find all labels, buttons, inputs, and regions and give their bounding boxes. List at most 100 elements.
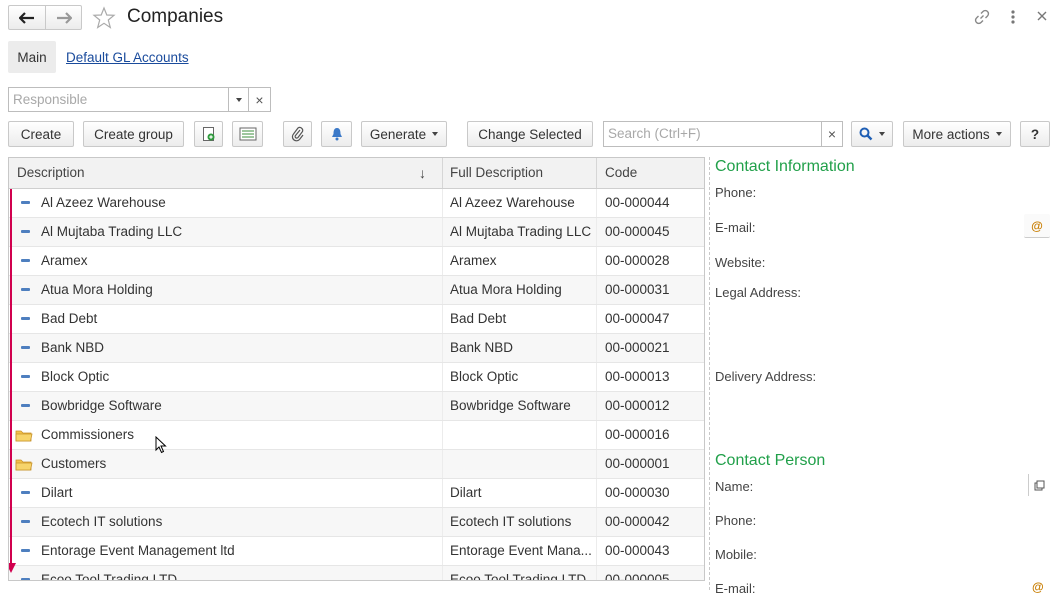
responsible-clear-button[interactable]: × [248,87,271,112]
link-icon[interactable] [974,9,990,25]
column-divider [442,218,443,246]
cell-full-description: Ecotech IT solutions [450,514,572,529]
more-actions-button[interactable]: More actions [903,121,1011,147]
table-row-group[interactable]: Commissioners 00-000016 [9,421,704,450]
cell-description: Customers [41,456,107,471]
favorite-star-icon[interactable] [92,6,116,30]
cell-full-description: Bowbridge Software [450,398,571,413]
item-icon [21,404,30,407]
item-icon [21,520,30,523]
column-divider [596,392,597,420]
table-row[interactable]: Ecoo Tool Trading LTD Ecoo Tool Trading L… [9,566,704,581]
generate-button[interactable]: Generate [361,121,447,147]
cell-description: Ecoo Tool Trading LTD [41,572,178,581]
cell-full-description: Block Optic [450,369,519,384]
back-button[interactable] [8,5,46,30]
search-options-button[interactable] [851,121,893,147]
column-divider [442,305,443,333]
cell-code: 00-000016 [605,427,670,442]
cell-code: 00-000012 [605,398,670,413]
search-icon [859,127,873,141]
cell-code: 00-000043 [605,543,670,558]
reminder-button[interactable] [321,121,352,147]
table-row[interactable]: Atua Mora Holding Atua Mora Holding 00-000… [9,276,704,305]
vertical-dots-icon[interactable] [1008,9,1018,25]
cell-code: 00-000044 [605,195,670,210]
item-icon [21,578,30,580]
table-row[interactable]: Al Azeez Warehouse Al Azeez Warehouse 00-0… [9,189,704,218]
cell-description: Ecotech IT solutions [41,514,163,529]
table-row[interactable]: Aramex Aramex 00-000028 [9,247,704,276]
chevron-down-icon [879,132,885,136]
column-divider [596,276,597,304]
list-settings-button[interactable] [232,121,263,147]
at-sign-icon: @ [1031,218,1043,233]
cell-description: Atua Mora Holding [41,282,153,297]
column-divider [596,189,597,217]
cell-full-description: Atua Mora Holding [450,282,562,297]
cell-description: Bad Debt [41,311,98,326]
column-header-description[interactable]: Description [17,158,85,188]
column-divider [442,247,443,275]
column-divider [442,158,443,188]
sort-descending-icon[interactable]: ↓ [419,158,426,188]
cell-description: Block Optic [41,369,110,384]
cell-code: 00-000042 [605,514,670,529]
chevron-down-icon [432,132,439,136]
table-row[interactable]: Block Optic Block Optic 00-000013 [9,363,704,392]
close-icon[interactable] [1036,10,1048,22]
search-placeholder: Search (Ctrl+F) [608,126,701,141]
table-row[interactable]: Al Mujtaba Trading LLC Al Mujtaba Trading… [9,218,704,247]
table-row-group[interactable]: Customers 00-000001 [9,450,704,479]
responsible-dropdown-button[interactable] [228,87,249,112]
table-row[interactable]: Ecotech IT solutions Ecotech IT solutions… [9,508,704,537]
column-header-full-description[interactable]: Full Description [450,158,543,188]
column-divider [596,421,597,449]
create-button-label: Create [20,126,62,142]
table-row[interactable]: Bowbridge Software Bowbridge Software 00-0… [9,392,704,421]
responsible-field[interactable]: Responsible [8,87,229,112]
table-row[interactable]: Bad Debt Bad Debt 00-000047 [9,305,704,334]
change-selected-button[interactable]: Change Selected [467,121,593,147]
column-divider [596,247,597,275]
column-divider [442,479,443,507]
column-divider [442,421,443,449]
mouse-cursor-icon [155,435,167,454]
cell-code: 00-000028 [605,253,670,268]
help-button[interactable]: ? [1020,121,1050,147]
table-row[interactable]: Bank NBD Bank NBD 00-000021 [9,334,704,363]
tab-default-gl-accounts[interactable]: Default GL Accounts [66,50,189,65]
arrow-right-icon [56,11,72,24]
search-clear-button[interactable]: × [821,121,843,147]
cell-full-description: Al Azeez Warehouse [450,195,575,210]
contact-person-title: Contact Person [715,452,826,469]
open-contact-person-icon[interactable] [1028,474,1050,496]
create-button[interactable]: Create [8,121,74,147]
send-email-button[interactable]: @ [1024,214,1050,238]
item-icon [21,259,30,262]
column-header-code[interactable]: Code [605,158,637,188]
column-divider [596,363,597,391]
cell-code: 00-000031 [605,282,670,297]
contact-person-at-sign-icon[interactable]: @ [1032,580,1044,594]
table-row[interactable]: Dilart Dilart 00-000030 [9,479,704,508]
tab-main-label: Main [17,49,47,65]
cell-full-description: Al Mujtaba Trading LLC [450,224,592,239]
cell-description: Al Mujtaba Trading LLC [41,224,183,239]
create-group-button[interactable]: Create group [83,121,184,147]
attach-file-button[interactable] [283,121,312,147]
cell-description: Aramex [41,253,88,268]
forward-button[interactable] [45,5,82,30]
search-input[interactable]: Search (Ctrl+F) [603,121,822,147]
cell-full-description [450,421,592,449]
paperclip-icon [291,126,303,142]
table-row[interactable]: Entorage Event Management ltd Entorage Ev… [9,537,704,566]
copy-document-button[interactable] [194,121,223,147]
column-divider [596,305,597,333]
cell-full-description [450,450,592,478]
item-icon [21,549,30,552]
scroll-down-arrow-icon [9,563,16,573]
generate-button-label: Generate [369,126,427,142]
companies-table: Description ↓ Full Description Code Al A… [8,157,705,581]
tab-main[interactable]: Main [8,41,56,73]
